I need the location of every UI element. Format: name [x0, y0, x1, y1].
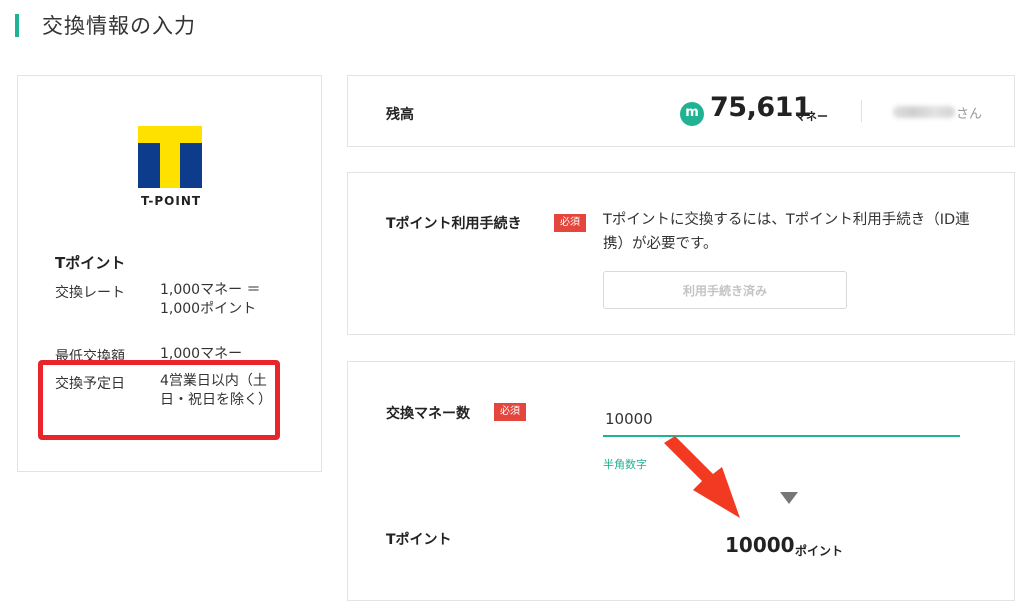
- required-badge: 必須: [554, 214, 586, 232]
- points-value: 10000: [725, 533, 795, 557]
- exchange-amount-label: 交換マネー数: [386, 406, 470, 422]
- t-point-logo-icon: [138, 126, 202, 188]
- rate-value: 1,000マネー ＝ 1,000ポイント: [160, 282, 261, 317]
- down-triangle-icon: [780, 492, 798, 504]
- exchange-card: 交換マネー数 必須 半角数字 Tポイント 10000 ポイント: [347, 361, 1015, 601]
- exchange-amount-input[interactable]: [603, 402, 960, 437]
- title-accent-bar: [15, 14, 19, 37]
- partner-name: Tポイント: [55, 254, 126, 272]
- balance-label: 残高: [386, 107, 414, 123]
- logo-side-left: [138, 143, 160, 188]
- points-unit: ポイント: [795, 544, 844, 558]
- logo-stem: [160, 143, 180, 188]
- money-icon: m: [680, 102, 704, 126]
- procedure-card: Tポイント利用手続き 必須 Tポイントに交換するには、Tポイント利用手続き（ID…: [347, 172, 1015, 335]
- input-hint: 半角数字: [603, 458, 647, 471]
- schedule-highlight: [38, 360, 280, 440]
- logo-bar-top: [138, 126, 202, 143]
- required-badge: 必須: [494, 403, 526, 421]
- divider: [861, 100, 862, 122]
- page-title: 交換情報の入力: [42, 14, 196, 38]
- rate-label: 交換レート: [55, 285, 125, 301]
- user-name-redacted: [893, 106, 955, 118]
- user-suffix: さん: [956, 107, 983, 122]
- result-label: Tポイント: [386, 532, 452, 548]
- procedure-description: Tポイントに交換するには、Tポイント利用手続き（ID連携）が必要です。: [603, 212, 970, 252]
- procedure-done-button[interactable]: 利用手続き済み: [603, 271, 847, 309]
- balance-card: 残高 m 75,611 マネー さん: [347, 75, 1015, 147]
- logo-text: T-POINT: [140, 194, 202, 208]
- balance-unit: マネー: [795, 110, 828, 123]
- logo-side-right: [180, 143, 202, 188]
- procedure-label: Tポイント利用手続き: [386, 216, 522, 232]
